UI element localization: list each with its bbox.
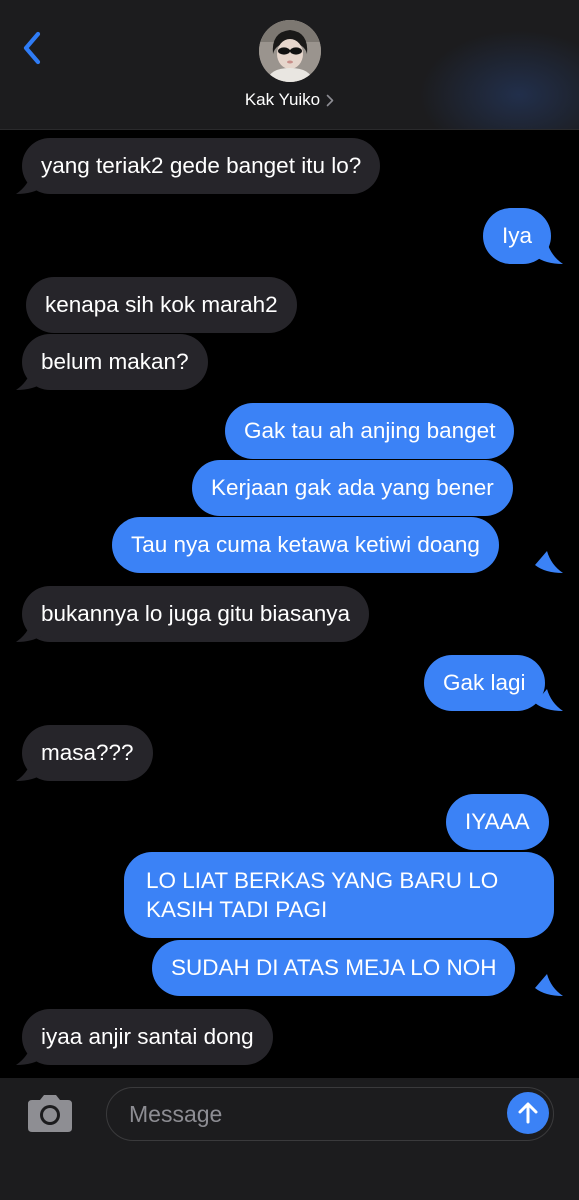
message-text: Gak tau ah anjing banget [244,418,496,443]
message-text: LO LIAT BERKAS YANG BARU LO KASIH TADI P… [146,868,499,922]
message-bubble-incoming[interactable]: iyaa anjir santai dong [22,1009,273,1065]
message-bubble-incoming[interactable]: bukannya lo juga gitu biasanya [22,586,369,642]
message-text: Tau nya cuma ketawa ketiwi doang [131,532,480,557]
message-bubble-outgoing[interactable]: Kerjaan gak ada yang bener [192,460,513,516]
message-text: IYAAA [465,809,530,834]
message-bubble-outgoing[interactable]: Gak lagi [424,655,545,711]
message-text: masa??? [41,740,134,765]
message-text: Iya [502,223,533,248]
conversation-header: Kak Yuiko [0,0,579,130]
chevron-left-icon [23,31,41,65]
camera-button[interactable] [22,1092,78,1136]
message-bubble-incoming[interactable]: yang teriak2 gede banget itu lo? [22,138,381,194]
composer-bar [0,1078,579,1200]
camera-icon [28,1095,72,1132]
contact-name: Kak Yuiko [244,90,321,109]
contact-name-row[interactable]: Kak Yuiko [0,90,579,110]
message-text: Gak lagi [443,670,526,695]
message-text: kenapa sih kok marah2 [45,292,278,317]
message-text: belum makan? [41,349,189,374]
message-bubble-outgoing[interactable]: Gak tau ah anjing banget [225,403,515,459]
send-button[interactable] [507,1092,549,1134]
arrow-up-icon [518,1102,538,1124]
message-bubble-outgoing[interactable]: Iya [483,208,552,264]
message-bubble-outgoing[interactable]: LO LIAT BERKAS YANG BARU LO KASIH TADI P… [124,852,554,938]
message-bubble-incoming[interactable]: belum makan? [22,334,208,390]
message-text: bukannya lo juga gitu biasanya [41,601,350,626]
imessage-screen: Kak Yuiko yang teriak2 gede banget itu l… [0,0,579,1200]
back-button[interactable] [14,26,50,70]
message-bubble-outgoing[interactable]: IYAAA [446,794,549,850]
message-bubble-outgoing[interactable]: SUDAH DI ATAS MEJA LO NOH [152,940,516,996]
message-text: iyaa anjir santai dong [41,1024,254,1049]
contact-avatar[interactable] [259,20,321,82]
message-text: SUDAH DI ATAS MEJA LO NOH [171,955,497,980]
message-bubble-incoming[interactable]: kenapa sih kok marah2 [26,277,297,333]
message-bubble-incoming[interactable]: masa??? [22,725,153,781]
message-text: Kerjaan gak ada yang bener [211,475,494,500]
message-input[interactable] [106,1087,554,1141]
message-bubble-outgoing[interactable]: Tau nya cuma ketawa ketiwi doang [112,517,499,573]
avatar-photo [259,20,321,82]
chevron-right-icon [326,94,334,107]
message-text: yang teriak2 gede banget itu lo? [41,153,362,178]
